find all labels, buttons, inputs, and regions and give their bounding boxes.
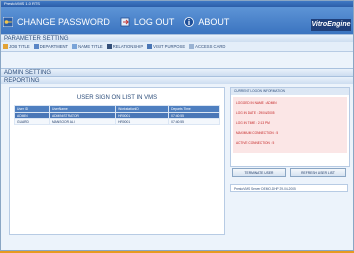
table-header-row: User ID UserName WorkstationID Departs T… [14, 105, 220, 113]
table-cell: HR0001 [115, 118, 170, 125]
table-cell: GUARD [14, 118, 50, 125]
parameter-setting-header[interactable]: PARAMETER SETTING [1, 34, 353, 42]
department-label: DEPARTMENT [39, 44, 69, 49]
job-title-button[interactable]: JOB TITLE [3, 44, 30, 49]
change-password-label: CHANGE PASSWORD [17, 17, 110, 27]
parameter-toolbar: JOB TITLE DEPARTMENT NAME TITLE RELATION… [1, 42, 353, 52]
info-panel-body: LOGGED IN NAME : ADMIN LOG IN DATE : 29/… [233, 97, 347, 153]
visit-purpose-button[interactable]: VISIT PURPOSE [147, 44, 185, 49]
reporting-header[interactable]: REPORTING [1, 76, 353, 84]
access-card-button[interactable]: ACCESS CARD [189, 44, 225, 49]
app-window: PrestoVMS 1.0 RTS CHANGE PASSWORD LOG OU… [0, 0, 354, 251]
terminate-user-button[interactable]: TERMINATE USER [232, 168, 286, 177]
job-title-icon [3, 44, 8, 49]
name-title-label: NAME TITLE [78, 44, 103, 49]
change-password-button[interactable]: CHANGE PASSWORD [3, 17, 110, 27]
log-in-date: LOG IN DATE : 29/04/2005 [236, 111, 275, 115]
access-card-label: ACCESS CARD [195, 44, 226, 49]
active-connection: ACTIVE CONNECTION : 5 [236, 141, 275, 145]
log-out-label: LOG OUT [133, 17, 175, 27]
table-row[interactable]: GUARD MANSOOR ALI HR0001 07:40:55 [14, 118, 220, 125]
admin-setting-header[interactable]: ADMIN SETTING [1, 68, 353, 76]
current-logon-info-panel: CURRENT LOGON INFORMATION LOGGED IN NAME… [230, 87, 350, 167]
relationship-button[interactable]: RELATIONSHIP [106, 44, 144, 49]
company-logo: VitroEngine [311, 19, 351, 31]
refresh-user-list-button[interactable]: REFRESH USER LIST [290, 168, 346, 177]
column-header[interactable]: Departs Time [168, 105, 220, 113]
table-cell: MANSOOR ALI [48, 118, 117, 125]
name-title-button[interactable]: NAME TITLE [72, 44, 103, 49]
visit-purpose-icon [147, 44, 153, 49]
relationship-icon [106, 44, 112, 49]
table-cell: 07:40:55 [168, 118, 220, 125]
about-button[interactable]: ABOUT [184, 17, 229, 27]
department-button[interactable]: DEPARTMENT [33, 44, 69, 49]
main-menu: CHANGE PASSWORD LOG OUT ABOUT [3, 16, 239, 28]
logout-icon [120, 17, 130, 27]
maximum-connection: MAXIMUM CONNECTION : 5 [236, 131, 279, 135]
department-icon [33, 44, 39, 49]
about-label: ABOUT [198, 17, 230, 27]
access-card-icon [189, 44, 195, 49]
visit-purpose-label: VISIT PURPOSE [153, 44, 186, 49]
column-header[interactable]: UserName [48, 105, 117, 113]
relationship-label: RELATIONSHIP [112, 44, 144, 49]
info-panel-header: CURRENT LOGON INFORMATION [231, 88, 349, 95]
info-icon [184, 17, 195, 27]
column-header[interactable]: User ID [14, 105, 50, 113]
log-in-time: LOG IN TIME : 2:13 PM [236, 121, 270, 125]
user-sign-on-table: User ID UserName WorkstationID Departs T… [14, 105, 220, 125]
server-status-field: PrestoVMS Server DEMO-DHP 29-04-2005 [230, 184, 348, 192]
column-header[interactable]: WorkstationID [115, 105, 170, 113]
top-toolbar: CHANGE PASSWORD LOG OUT ABOUT VitroEngin… [1, 7, 353, 34]
key-icon [3, 17, 13, 27]
job-title-label: JOB TITLE [9, 44, 30, 49]
name-title-icon [72, 44, 78, 49]
log-out-button[interactable]: LOG OUT [120, 17, 175, 27]
user-sign-on-panel: USER SIGN ON LIST IN VMS User ID UserNam… [9, 87, 225, 235]
logged-in-name: LOGGED IN NAME : ADMIN [236, 101, 277, 105]
user-list-title: USER SIGN ON LIST IN VMS [76, 95, 158, 101]
